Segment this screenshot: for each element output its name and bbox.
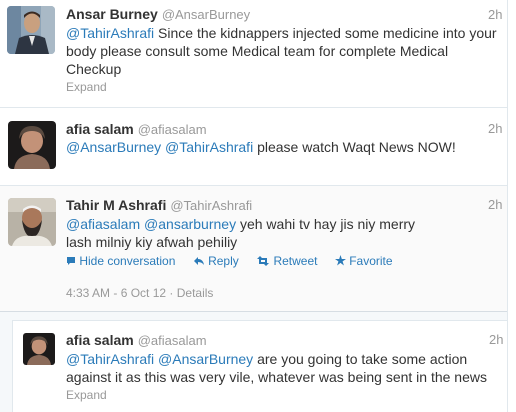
mention-link[interactable]: @afiasalam <box>66 216 140 232</box>
hide-conversation-label: Hide conversation <box>79 254 176 268</box>
retweet-icon <box>257 256 270 266</box>
avatar[interactable] <box>23 333 55 365</box>
speech-bubble-icon <box>67 257 75 265</box>
display-name[interactable]: Tahir M Ashrafi <box>66 197 166 213</box>
tweet-afia-salam-reply[interactable]: afia salam @afiasalam 2h @TahirAshrafi @A… <box>12 320 507 412</box>
tweet-actions: Hide conversation Reply Retweet Favorite <box>66 254 407 268</box>
avatar[interactable] <box>8 121 56 169</box>
tweet-text: @AnsarBurney @TahirAshrafi please watch … <box>66 138 504 156</box>
username[interactable]: @TahirAshrafi <box>170 198 252 213</box>
username[interactable]: @afiasalam <box>138 122 207 137</box>
avatar[interactable] <box>8 198 56 246</box>
favorite-button[interactable]: Favorite <box>334 254 393 268</box>
mention-link[interactable]: @AnsarBurney <box>66 139 161 155</box>
conversation-reply-container: afia salam @afiasalam 2h @TahirAshrafi @A… <box>0 312 507 412</box>
tweet-time[interactable]: 2h <box>488 121 502 136</box>
author-name[interactable]: Tahir M Ashrafi @TahirAshrafi <box>66 197 252 213</box>
tweet-text: @TahirAshrafi @AnsarBurney are you going… <box>66 350 504 386</box>
star-icon <box>334 255 346 266</box>
tweet-ansar-burney[interactable]: Ansar Burney @AnsarBurney 2h @TahirAshraf… <box>0 0 507 108</box>
tweet-time[interactable]: 2h <box>489 332 503 347</box>
reply-arrow-icon <box>193 257 204 265</box>
tweet-text: @afiasalam @ansarburney yeh wahi tv hay … <box>66 215 436 251</box>
mention-link[interactable]: @ansarburney <box>144 216 236 232</box>
mention-link[interactable]: @AnsarBurney <box>158 351 253 367</box>
tweet-text: @TahirAshrafi Since the kidnappers injec… <box>66 24 504 78</box>
author-name[interactable]: Ansar Burney @AnsarBurney <box>66 6 250 22</box>
username[interactable]: @AnsarBurney <box>162 7 250 22</box>
hide-conversation-button[interactable]: Hide conversation <box>66 254 179 268</box>
username[interactable]: @afiasalam <box>138 333 207 348</box>
retweet-button[interactable]: Retweet <box>256 254 321 268</box>
mention-link[interactable]: @TahirAshrafi <box>66 351 154 367</box>
avatar[interactable] <box>7 6 55 54</box>
reply-label: Reply <box>208 254 239 268</box>
expand-link[interactable]: Expand <box>66 80 107 94</box>
author-name[interactable]: afia salam @afiasalam <box>66 121 207 137</box>
favorite-label: Favorite <box>349 254 393 268</box>
expand-link[interactable]: Expand <box>66 388 107 402</box>
display-name[interactable]: Ansar Burney <box>66 6 158 22</box>
tweet-meta: 4:33 AM - 6 Oct 12 · Details <box>66 286 214 300</box>
mention-link[interactable]: @TahirAshrafi <box>165 139 253 155</box>
retweet-label: Retweet <box>273 254 318 268</box>
tweet-timeline: Ansar Burney @AnsarBurney 2h @TahirAshraf… <box>0 0 508 412</box>
reply-button[interactable]: Reply <box>193 254 242 268</box>
tweet-tahir-ashrafi-expanded[interactable]: Tahir M Ashrafi @TahirAshrafi 2h @afiasal… <box>0 186 507 312</box>
details-link[interactable]: Details <box>177 286 214 300</box>
tweet-timestamp[interactable]: 4:33 AM - 6 Oct 12 <box>66 286 166 300</box>
display-name[interactable]: afia salam <box>66 121 134 137</box>
tweet-time[interactable]: 2h <box>488 197 502 212</box>
mention-link[interactable]: @TahirAshrafi <box>66 25 154 41</box>
tweet-body: please watch Waqt News NOW! <box>257 139 456 155</box>
display-name[interactable]: afia salam <box>66 332 134 348</box>
tweet-afia-salam[interactable]: afia salam @afiasalam 2h @AnsarBurney @Ta… <box>0 108 507 186</box>
author-name[interactable]: afia salam @afiasalam <box>66 332 207 348</box>
tweet-time[interactable]: 2h <box>488 7 502 22</box>
